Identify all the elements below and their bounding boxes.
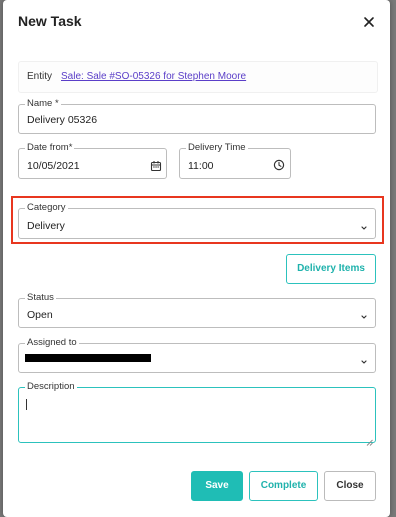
text-cursor [26,399,27,410]
category-select[interactable]: Category Delivery [18,202,376,239]
category-label: Category [25,202,68,214]
resize-handle-icon[interactable] [366,433,373,446]
delivery-items-button[interactable]: Delivery Items [286,254,376,284]
chevron-down-icon [359,309,369,319]
entity-link[interactable]: Sale: Sale #SO-05326 for Stephen Moore [61,71,246,82]
description-textarea[interactable]: Description [18,381,376,446]
close-icon[interactable] [361,14,377,30]
name-field-label: Name * [25,98,61,110]
name-field-value: Delivery 05326 [27,114,98,126]
status-value: Open [27,309,53,321]
delivery-time-label: Delivery Time [186,142,248,154]
entity-row: Entity Sale: Sale #SO-05326 for Stephen … [18,61,378,93]
chevron-down-icon [359,220,369,230]
category-value: Delivery [27,220,65,232]
description-label: Description [25,381,77,393]
date-from-field[interactable]: Date from* 10/05/2021 [18,142,167,179]
dialog-title: New Task [18,13,82,29]
assigned-to-label: Assigned to [25,337,79,349]
calendar-icon[interactable] [150,159,162,172]
date-from-label: Date from* [25,142,75,154]
close-button[interactable]: Close [324,471,376,501]
save-button[interactable]: Save [191,471,243,501]
delivery-time-value: 11:00 [188,160,214,172]
date-from-value: 10/05/2021 [27,160,80,172]
new-task-dialog: New Task Entity Sale: Sale #SO-05326 for… [3,0,390,517]
assigned-to-select[interactable]: Assigned to [18,337,376,373]
status-label: Status [25,292,56,304]
clock-icon[interactable] [273,158,285,171]
name-field[interactable]: Name * Delivery 05326 [18,98,376,134]
status-select[interactable]: Status Open [18,292,376,328]
redacted-assignee [25,354,151,362]
chevron-down-icon [359,354,369,364]
complete-button[interactable]: Complete [249,471,318,501]
delivery-time-field[interactable]: Delivery Time 11:00 [179,142,291,179]
entity-label: Entity [27,71,53,82]
